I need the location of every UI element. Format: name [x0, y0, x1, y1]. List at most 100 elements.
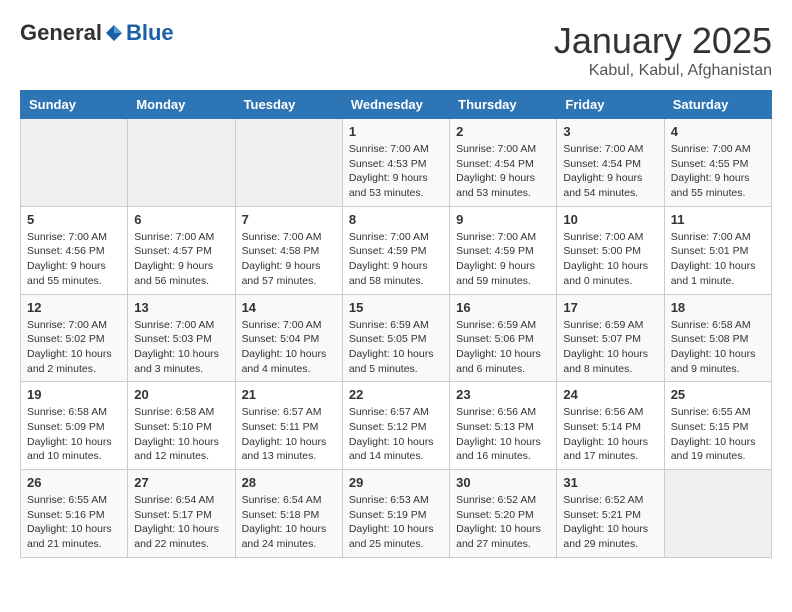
day-number: 1: [349, 124, 443, 139]
day-info: Sunrise: 7:00 AM Sunset: 4:59 PM Dayligh…: [456, 230, 550, 289]
day-info: Sunrise: 7:00 AM Sunset: 4:55 PM Dayligh…: [671, 142, 765, 201]
calendar-day-cell: 4 Sunrise: 7:00 AM Sunset: 4:55 PM Daylig…: [664, 119, 771, 207]
day-number: 7: [242, 212, 336, 227]
weekday-header-cell: Sunday: [21, 91, 128, 119]
calendar-week-row: 5Sunrise: 7:00 AM Sunset: 4:56 PM Daylig…: [21, 206, 772, 294]
day-number: 18: [671, 300, 765, 315]
calendar-day-cell: 2 Sunrise: 7:00 AM Sunset: 4:54 PM Daylig…: [450, 119, 557, 207]
day-info: Sunrise: 6:59 AM Sunset: 5:06 PM Dayligh…: [456, 318, 550, 377]
day-number: 16: [456, 300, 550, 315]
day-info: Sunrise: 6:56 AM Sunset: 5:14 PM Dayligh…: [563, 405, 657, 464]
title-block: January 2025 Kabul, Kabul, Afghanistan: [554, 20, 772, 80]
day-info: Sunrise: 7:00 AM Sunset: 4:59 PM Dayligh…: [349, 230, 443, 289]
calendar-day-cell: 25 Sunrise: 6:55 AM Sunset: 5:15 PM Dayli…: [664, 382, 771, 470]
day-info: Sunrise: 6:57 AM Sunset: 5:12 PM Dayligh…: [349, 405, 443, 464]
day-info: Sunrise: 7:00 AM Sunset: 5:00 PM Dayligh…: [563, 230, 657, 289]
day-number: 17: [563, 300, 657, 315]
calendar-day-cell: 10 Sunrise: 7:00 AM Sunset: 5:00 PM Dayli…: [557, 206, 664, 294]
day-info: Sunrise: 6:55 AM Sunset: 5:16 PM Dayligh…: [27, 493, 121, 552]
calendar-day-cell: 22 Sunrise: 6:57 AM Sunset: 5:12 PM Dayli…: [342, 382, 449, 470]
day-number: 5: [27, 212, 121, 227]
calendar-day-cell: 20 Sunrise: 6:58 AM Sunset: 5:10 PM Dayli…: [128, 382, 235, 470]
calendar-day-cell: [664, 470, 771, 558]
day-number: 19: [27, 387, 121, 402]
day-number: 20: [134, 387, 228, 402]
day-number: 6: [134, 212, 228, 227]
calendar-week-row: 12Sunrise: 7:00 AM Sunset: 5:02 PM Dayli…: [21, 294, 772, 382]
calendar-week-row: 19 Sunrise: 6:58 AM Sunset: 5:09 PM Dayli…: [21, 382, 772, 470]
day-info: Sunrise: 6:55 AM Sunset: 5:15 PM Dayligh…: [671, 405, 765, 464]
calendar-day-cell: [235, 119, 342, 207]
calendar-day-cell: 19 Sunrise: 6:58 AM Sunset: 5:09 PM Dayli…: [21, 382, 128, 470]
weekday-header-cell: Thursday: [450, 91, 557, 119]
day-info: Sunrise: 7:00 AM Sunset: 4:57 PM Dayligh…: [134, 230, 228, 289]
day-number: 14: [242, 300, 336, 315]
day-info: Sunrise: 6:54 AM Sunset: 5:17 PM Dayligh…: [134, 493, 228, 552]
day-info: Sunrise: 6:58 AM Sunset: 5:08 PM Dayligh…: [671, 318, 765, 377]
calendar-day-cell: 31 Sunrise: 6:52 AM Sunset: 5:21 PM Dayli…: [557, 470, 664, 558]
day-number: 2: [456, 124, 550, 139]
day-info: Sunrise: 6:58 AM Sunset: 5:09 PM Dayligh…: [27, 405, 121, 464]
calendar-day-cell: 27 Sunrise: 6:54 AM Sunset: 5:17 PM Dayli…: [128, 470, 235, 558]
calendar-day-cell: 9Sunrise: 7:00 AM Sunset: 4:59 PM Daylig…: [450, 206, 557, 294]
day-number: 15: [349, 300, 443, 315]
calendar-day-cell: 12Sunrise: 7:00 AM Sunset: 5:02 PM Dayli…: [21, 294, 128, 382]
logo: General Blue: [20, 20, 174, 46]
day-number: 25: [671, 387, 765, 402]
day-info: Sunrise: 6:59 AM Sunset: 5:07 PM Dayligh…: [563, 318, 657, 377]
calendar-day-cell: 29Sunrise: 6:53 AM Sunset: 5:19 PM Dayli…: [342, 470, 449, 558]
day-number: 27: [134, 475, 228, 490]
weekday-header-cell: Tuesday: [235, 91, 342, 119]
calendar-day-cell: 21 Sunrise: 6:57 AM Sunset: 5:11 PM Dayli…: [235, 382, 342, 470]
day-info: Sunrise: 7:00 AM Sunset: 5:04 PM Dayligh…: [242, 318, 336, 377]
calendar-day-cell: 3 Sunrise: 7:00 AM Sunset: 4:54 PM Daylig…: [557, 119, 664, 207]
calendar-day-cell: 18 Sunrise: 6:58 AM Sunset: 5:08 PM Dayli…: [664, 294, 771, 382]
day-number: 26: [27, 475, 121, 490]
weekday-header-row: SundayMondayTuesdayWednesdayThursdayFrid…: [21, 91, 772, 119]
calendar-day-cell: 14 Sunrise: 7:00 AM Sunset: 5:04 PM Dayli…: [235, 294, 342, 382]
day-number: 4: [671, 124, 765, 139]
calendar-day-cell: 26 Sunrise: 6:55 AM Sunset: 5:16 PM Dayli…: [21, 470, 128, 558]
day-number: 8: [349, 212, 443, 227]
day-info: Sunrise: 7:00 AM Sunset: 4:54 PM Dayligh…: [563, 142, 657, 201]
day-info: Sunrise: 7:00 AM Sunset: 4:54 PM Dayligh…: [456, 142, 550, 201]
day-info: Sunrise: 6:52 AM Sunset: 5:21 PM Dayligh…: [563, 493, 657, 552]
day-info: Sunrise: 6:54 AM Sunset: 5:18 PM Dayligh…: [242, 493, 336, 552]
weekday-header-cell: Monday: [128, 91, 235, 119]
calendar-table: SundayMondayTuesdayWednesdayThursdayFrid…: [20, 90, 772, 558]
day-number: 29: [349, 475, 443, 490]
calendar-body: 1 Sunrise: 7:00 AM Sunset: 4:53 PM Daylig…: [21, 119, 772, 558]
logo-general-text: General: [20, 20, 102, 46]
calendar-day-cell: 30Sunrise: 6:52 AM Sunset: 5:20 PM Dayli…: [450, 470, 557, 558]
day-number: 3: [563, 124, 657, 139]
day-number: 30: [456, 475, 550, 490]
day-info: Sunrise: 7:00 AM Sunset: 5:03 PM Dayligh…: [134, 318, 228, 377]
day-number: 28: [242, 475, 336, 490]
calendar-week-row: 26 Sunrise: 6:55 AM Sunset: 5:16 PM Dayli…: [21, 470, 772, 558]
calendar-day-cell: 17 Sunrise: 6:59 AM Sunset: 5:07 PM Dayli…: [557, 294, 664, 382]
day-number: 24: [563, 387, 657, 402]
calendar-day-cell: [128, 119, 235, 207]
calendar-day-cell: 8 Sunrise: 7:00 AM Sunset: 4:59 PM Daylig…: [342, 206, 449, 294]
calendar-day-cell: 24 Sunrise: 6:56 AM Sunset: 5:14 PM Dayli…: [557, 382, 664, 470]
day-info: Sunrise: 6:58 AM Sunset: 5:10 PM Dayligh…: [134, 405, 228, 464]
day-number: 22: [349, 387, 443, 402]
day-info: Sunrise: 6:57 AM Sunset: 5:11 PM Dayligh…: [242, 405, 336, 464]
weekday-header-cell: Saturday: [664, 91, 771, 119]
day-info: Sunrise: 7:00 AM Sunset: 4:53 PM Dayligh…: [349, 142, 443, 201]
calendar-day-cell: 6 Sunrise: 7:00 AM Sunset: 4:57 PM Daylig…: [128, 206, 235, 294]
calendar-day-cell: 5Sunrise: 7:00 AM Sunset: 4:56 PM Daylig…: [21, 206, 128, 294]
calendar-day-cell: 13Sunrise: 7:00 AM Sunset: 5:03 PM Dayli…: [128, 294, 235, 382]
calendar-day-cell: 1 Sunrise: 7:00 AM Sunset: 4:53 PM Daylig…: [342, 119, 449, 207]
day-info: Sunrise: 7:00 AM Sunset: 5:02 PM Dayligh…: [27, 318, 121, 377]
logo-icon: [104, 23, 124, 43]
day-info: Sunrise: 7:00 AM Sunset: 5:01 PM Dayligh…: [671, 230, 765, 289]
calendar-day-cell: [21, 119, 128, 207]
day-number: 31: [563, 475, 657, 490]
calendar-day-cell: 23Sunrise: 6:56 AM Sunset: 5:13 PM Dayli…: [450, 382, 557, 470]
day-number: 21: [242, 387, 336, 402]
day-number: 10: [563, 212, 657, 227]
weekday-header-cell: Friday: [557, 91, 664, 119]
calendar-day-cell: 28 Sunrise: 6:54 AM Sunset: 5:18 PM Dayli…: [235, 470, 342, 558]
calendar-title: January 2025: [554, 20, 772, 62]
